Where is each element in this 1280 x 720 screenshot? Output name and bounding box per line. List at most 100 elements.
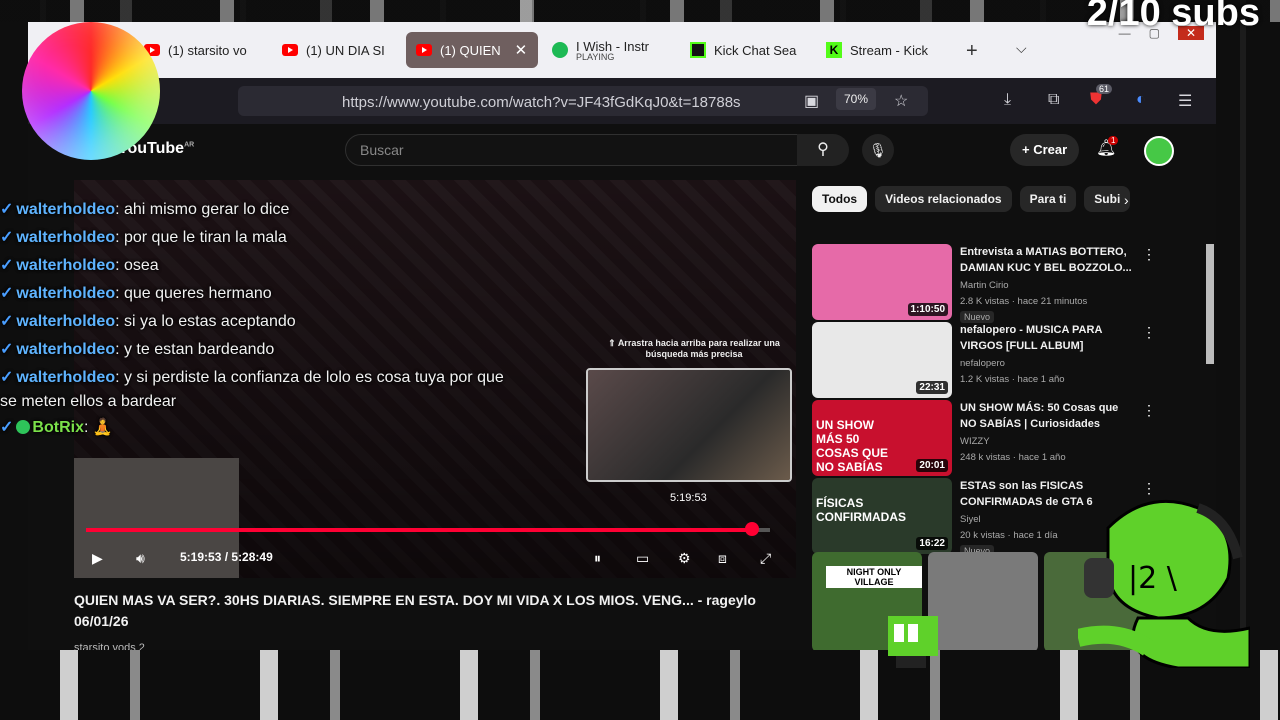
chat-message: ✓ walterholdeo: ahi mismo gerar lo dice bbox=[0, 201, 290, 218]
more-options-icon[interactable]: ⋮ bbox=[1142, 246, 1156, 263]
progress-fill bbox=[86, 528, 752, 532]
video-title[interactable]: UN SHOW MÁS: 50 Cosas que NO SABÍAS | Cu… bbox=[960, 400, 1136, 432]
video-meta: 2.8 K vistas · hace 21 minutos bbox=[960, 296, 1088, 307]
check-icon: ✓ bbox=[0, 341, 14, 358]
chat-username: walterholdeo bbox=[16, 369, 116, 386]
chat-username: BotRix bbox=[32, 419, 84, 436]
video-thumbnail[interactable]: FÍSICAS CONFIRMADAS 16:22 bbox=[812, 478, 952, 554]
short-item[interactable] bbox=[928, 552, 1038, 650]
volume-icon[interactable]: 🔊︎ bbox=[136, 550, 145, 567]
fullscreen-icon[interactable]: ⤢ bbox=[760, 550, 771, 567]
download-icon[interactable]: ⤓ bbox=[1004, 91, 1011, 109]
tab-spotify[interactable]: I Wish - Instr PLAYING bbox=[552, 32, 672, 68]
chat-message: ✓ walterholdeo: y te estan bardeando bbox=[0, 341, 275, 358]
check-icon: ✓ bbox=[0, 313, 14, 330]
account-extension-icon[interactable]: ◐ bbox=[1136, 91, 1146, 109]
notification-badge: 1 bbox=[1108, 136, 1119, 145]
new-tab-icon[interactable]: + bbox=[966, 40, 978, 63]
check-icon: ✓ bbox=[0, 229, 14, 246]
chat-text: si ya lo estas aceptando bbox=[123, 313, 296, 330]
channel-name[interactable]: WIZZY bbox=[960, 436, 990, 447]
close-tab-icon[interactable]: ✕ bbox=[515, 41, 528, 59]
recommendation-item[interactable]: 22:31 nefalopero - MUSICA PARA VIRGOS [FU… bbox=[812, 322, 1172, 398]
scrubber-handle[interactable] bbox=[744, 522, 759, 536]
chat-username: walterholdeo bbox=[16, 257, 116, 274]
autoplay-icon[interactable]: ⏸ bbox=[594, 550, 601, 567]
youtube-icon bbox=[416, 44, 432, 56]
chip-videos-relacionados[interactable]: Videos relacionados bbox=[875, 186, 1012, 212]
video-thumbnail[interactable]: UN SHOW MÁS 50 COSAS QUE NO SABÍAS 20:01 bbox=[812, 400, 952, 476]
scrollbar[interactable] bbox=[1206, 244, 1214, 364]
url-text[interactable]: https://www.youtube.com/watch?v=JF43fGdK… bbox=[342, 94, 741, 111]
more-options-icon[interactable]: ⋮ bbox=[1142, 402, 1156, 419]
channel-name[interactable]: Martin Cirio bbox=[960, 280, 1009, 291]
search-icon[interactable]: ⚲ bbox=[797, 134, 849, 166]
video-meta: 20 k vistas · hace 1 día bbox=[960, 530, 1058, 541]
chevron-down-icon[interactable]: ⌵ bbox=[1016, 40, 1027, 57]
chat-text: ahi mismo gerar lo dice bbox=[123, 201, 290, 218]
channel-name[interactable]: starsito vods 2 bbox=[74, 642, 145, 650]
chat-message: ✓ walterholdeo: osea bbox=[0, 257, 159, 274]
chip-para-ti[interactable]: Para ti bbox=[1019, 186, 1077, 212]
green-robot-sprite bbox=[888, 616, 938, 668]
theater-mode-icon[interactable]: ⧈ bbox=[718, 550, 727, 567]
timecode: 5:19:53 / 5:28:49 bbox=[180, 550, 273, 564]
filter-chips: Todos Videos relacionados Para ti Subi bbox=[812, 186, 1131, 212]
tab-kick-chat[interactable]: Kick Chat Sea bbox=[690, 32, 802, 68]
tab-starsito[interactable]: (1) starsito vo bbox=[144, 32, 256, 68]
youtube-header: YouTubeAR Buscar ⚲ 🎙︎ + Crear 🔔︎ 1 bbox=[28, 124, 1216, 174]
chevron-right-icon[interactable]: › bbox=[1124, 192, 1129, 208]
chat-text: por que le tiran la mala bbox=[123, 229, 287, 246]
chat-message: ✓ walterholdeo: que queres hermano bbox=[0, 285, 272, 302]
video-duration: 16:22 bbox=[916, 537, 948, 550]
chat-username: walterholdeo bbox=[16, 229, 116, 246]
search-input[interactable]: Buscar bbox=[345, 134, 799, 166]
channel-name[interactable]: nefalopero bbox=[960, 358, 1005, 369]
chat-text: osea bbox=[123, 257, 159, 274]
zoom-level[interactable]: 70% bbox=[836, 88, 877, 110]
play-icon[interactable]: ▶ bbox=[92, 550, 103, 567]
tab-stream-kick[interactable]: K Stream - Kick bbox=[826, 32, 938, 68]
mic-icon[interactable]: 🎙︎ bbox=[862, 134, 894, 166]
chat-message: ✓ walterholdeo: y si perdiste la confianz… bbox=[0, 369, 504, 410]
chip-todos[interactable]: Todos bbox=[812, 186, 868, 212]
more-options-icon[interactable]: ⋮ bbox=[1142, 324, 1156, 341]
channel-name[interactable]: Siyel bbox=[960, 514, 981, 525]
nav-bar: ⛉ 🔒︎ ⚟ https://www.youtube.com/watch?v=J… bbox=[28, 78, 1216, 124]
thumbnail-text: UN SHOW MÁS 50 COSAS QUE NO SABÍAS bbox=[816, 418, 889, 474]
tab-bar: (1) starsito vo (1) UN DIA SI (1) QUIEN ✕… bbox=[28, 22, 1216, 78]
menu-icon[interactable]: ☰ bbox=[1178, 91, 1192, 111]
tab-un-dia[interactable]: (1) UN DIA SI bbox=[282, 32, 394, 68]
recommendation-item[interactable]: UN SHOW MÁS 50 COSAS QUE NO SABÍAS 20:01 U… bbox=[812, 400, 1172, 476]
subs-counter: 2/10 subs bbox=[1086, 0, 1260, 34]
progress-bar[interactable] bbox=[86, 528, 770, 532]
verified-badge-icon bbox=[16, 420, 31, 434]
tab-quien-active[interactable]: (1) QUIEN ✕ bbox=[406, 32, 538, 68]
subtitles-icon[interactable]: ▭ bbox=[636, 550, 649, 567]
chat-text: y te estan bardeando bbox=[123, 341, 275, 358]
pip-hint: ⇑ Arrastra hacia arriba para realizar un… bbox=[608, 338, 780, 359]
chat-text: que queres hermano bbox=[123, 285, 272, 302]
chat-message: ✓ walterholdeo: si ya lo estas aceptando bbox=[0, 313, 296, 330]
video-thumbnail[interactable]: 22:31 bbox=[812, 322, 952, 398]
reader-view-icon[interactable]: ▣ bbox=[804, 91, 819, 111]
stream-chat: ✓ walterholdeo: ahi mismo gerar lo dice ✓ w… bbox=[0, 196, 520, 442]
star-icon[interactable]: ☆ bbox=[894, 91, 908, 111]
video-thumbnail[interactable]: 1:10:50 bbox=[812, 244, 952, 320]
video-meta: 248 k vistas · hace 1 año bbox=[960, 452, 1066, 463]
extensions-icon[interactable]: ⧉ bbox=[1048, 91, 1059, 109]
create-button[interactable]: + Crear bbox=[1010, 134, 1080, 166]
settings-icon[interactable]: ⚙ bbox=[678, 550, 691, 567]
video-duration: 22:31 bbox=[916, 381, 948, 394]
mascot-character: |2 \ bbox=[1078, 499, 1250, 668]
chat-username: walterholdeo bbox=[16, 341, 116, 358]
svg-text:|2 \: |2 \ bbox=[1128, 561, 1178, 596]
chat-message: ✓ BotRix: 🧘 bbox=[0, 419, 113, 436]
video-title[interactable]: Entrevista a MATIAS BOTTERO, DAMIAN KUC … bbox=[960, 244, 1136, 276]
chat-username: walterholdeo bbox=[16, 285, 116, 302]
streamer-logo bbox=[22, 22, 160, 160]
video-title[interactable]: nefalopero - MUSICA PARA VIRGOS [FULL AL… bbox=[960, 322, 1136, 354]
avatar[interactable] bbox=[1144, 136, 1174, 166]
recommendation-item[interactable]: 1:10:50 Entrevista a MATIAS BOTTERO, DAMI… bbox=[812, 244, 1172, 323]
check-icon: ✓ bbox=[0, 257, 14, 274]
